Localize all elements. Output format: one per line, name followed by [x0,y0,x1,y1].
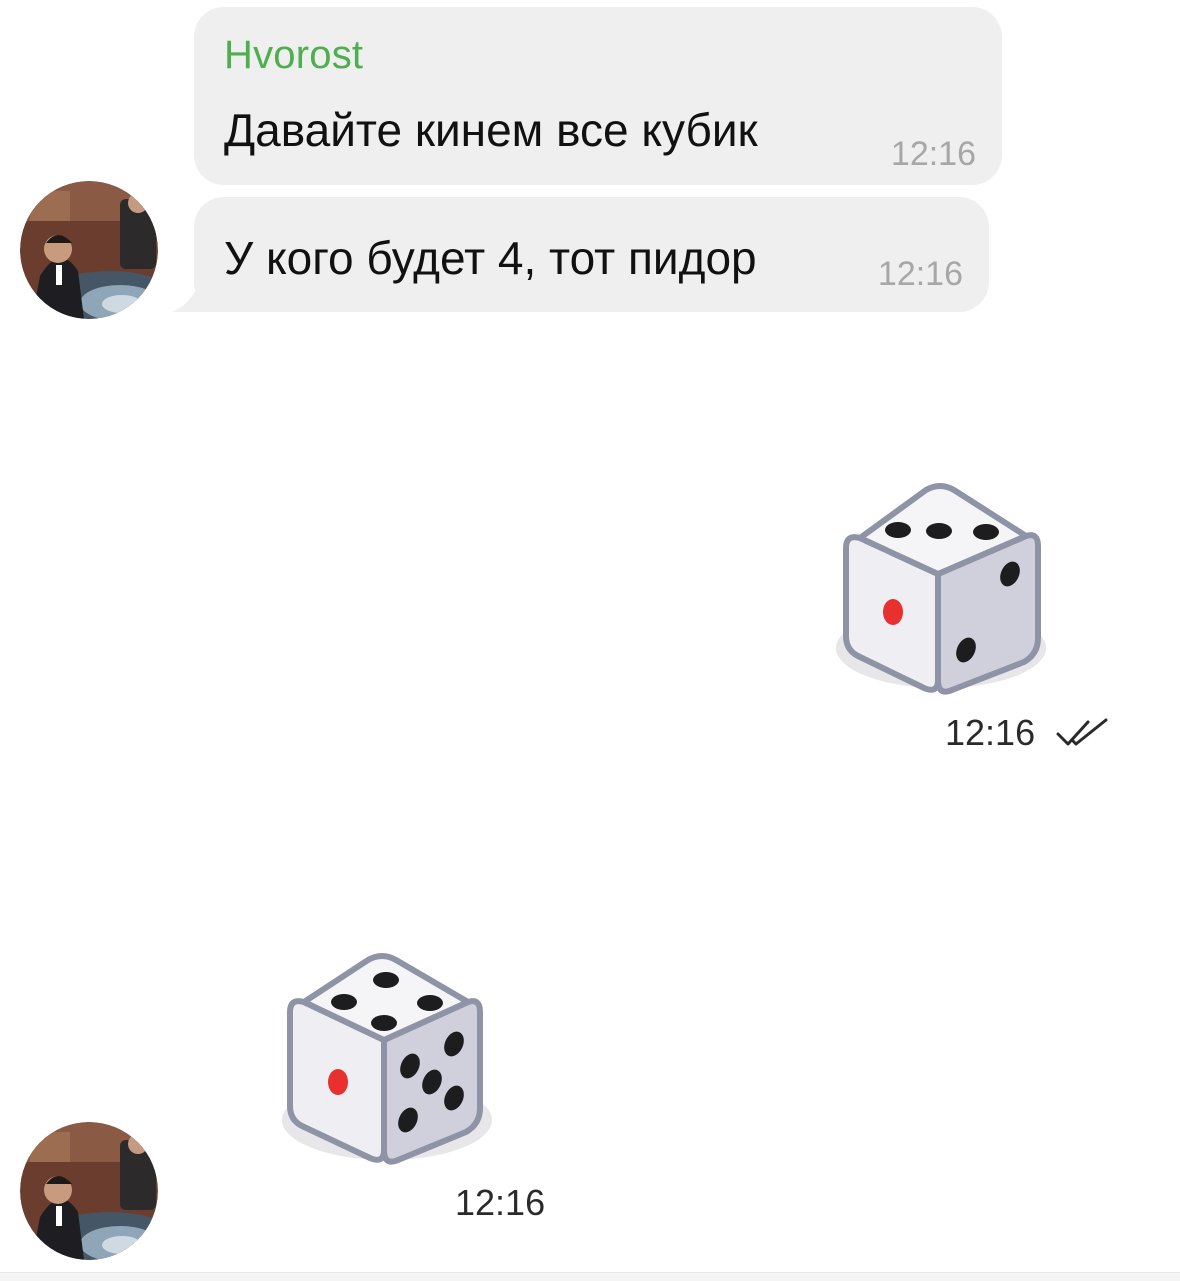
dice-pip [885,522,911,538]
avatar-photo [20,181,158,319]
sender-name[interactable]: Hvorost [224,33,363,78]
double-check-icon [1056,718,1108,746]
dice-sticker[interactable] [826,478,1056,708]
message-text: У кого будет 4, тот пидор [224,232,757,284]
message-time: 12:16 [877,255,963,293]
dice-pip [973,524,999,540]
sender-avatar[interactable] [20,181,158,319]
message-time: 12:16 [890,135,976,173]
message-time: 12:16 [945,712,1036,753]
dice-pip [926,523,952,539]
message-time: 12:16 [455,1182,546,1223]
message-text: Давайте кинем все кубик [224,104,758,156]
dice-pip [417,995,443,1011]
dice-sticker[interactable] [272,948,502,1178]
message-bubble[interactable]: Hvorost Давайте кинем все кубик 12:16 [194,7,1002,185]
dice-pip [371,1015,397,1031]
dice-pip [373,972,399,988]
sender-avatar[interactable] [20,1122,158,1260]
dice-pip [331,994,357,1010]
dice-red-pip [883,599,903,625]
avatar-photo [20,1122,158,1260]
dice-red-pip [328,1069,348,1095]
message-bubble[interactable]: У кого будет 4, тот пидор 12:16 [194,197,989,312]
